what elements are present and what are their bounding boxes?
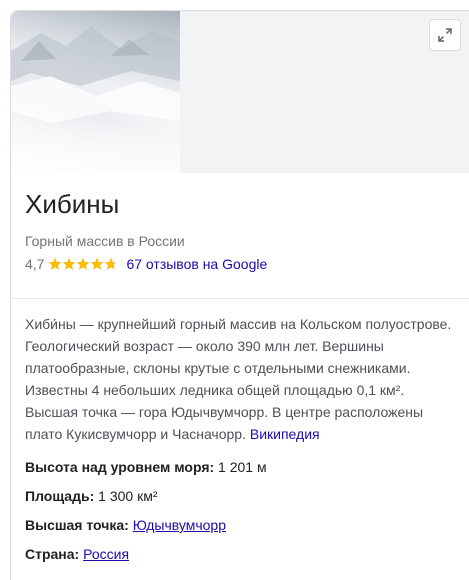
facts-list: Высота над уровнем моря: 1 201 м Площадь… — [25, 457, 455, 564]
star-icon — [105, 257, 118, 270]
fact-country: Страна: Россия — [25, 544, 455, 564]
fact-label: Высшая точка: — [25, 517, 129, 533]
wikipedia-link[interactable]: Википедия — [250, 426, 320, 442]
fact-highest-point: Высшая точка: Юдычвумчорр — [25, 515, 455, 535]
highest-point-link[interactable]: Юдычвумчорр — [133, 517, 226, 533]
panel-header: Хибины Горный массив в России 4,7 67 отз… — [11, 173, 469, 299]
star-icon — [63, 257, 76, 270]
description: Хиби́ны — крупнейший горный массив на Ко… — [25, 313, 457, 445]
mountain-photo[interactable] — [11, 11, 180, 173]
reviews-link[interactable]: 67 отзывов на Google — [126, 254, 267, 274]
fact-label: Высота над уровнем моря: — [25, 459, 215, 475]
description-text: Хиби́ны — крупнейший горный массив на Ко… — [25, 316, 452, 442]
hero-section — [11, 11, 469, 173]
fact-label: Страна: — [25, 546, 80, 562]
fact-area: Площадь: 1 300 км² — [25, 486, 455, 506]
expand-icon — [438, 28, 452, 42]
fact-altitude: Высота над уровнем моря: 1 201 м — [25, 457, 455, 477]
fact-value: 1 201 м — [218, 459, 267, 475]
rating-value: 4,7 — [25, 256, 45, 272]
star-icon — [49, 257, 62, 270]
fact-label: Площадь: — [25, 488, 95, 504]
star-rating — [48, 257, 118, 271]
expand-button[interactable] — [429, 19, 461, 51]
star-icon — [77, 257, 90, 270]
panel-body: Хиби́ны — крупнейший горный массив на Ко… — [11, 299, 469, 564]
rating-row: 4,7 67 отзывов на Google — [25, 254, 469, 274]
star-icon — [91, 257, 104, 270]
mountain-illustration — [11, 26, 180, 123]
entity-title: Хибины — [25, 189, 120, 219]
fact-value: 1 300 км² — [98, 488, 158, 504]
knowledge-panel: Хибины Горный массив в России 4,7 67 отз… — [10, 10, 469, 580]
country-link[interactable]: Россия — [83, 546, 129, 562]
entity-subtitle: Горный массив в России — [25, 233, 185, 249]
